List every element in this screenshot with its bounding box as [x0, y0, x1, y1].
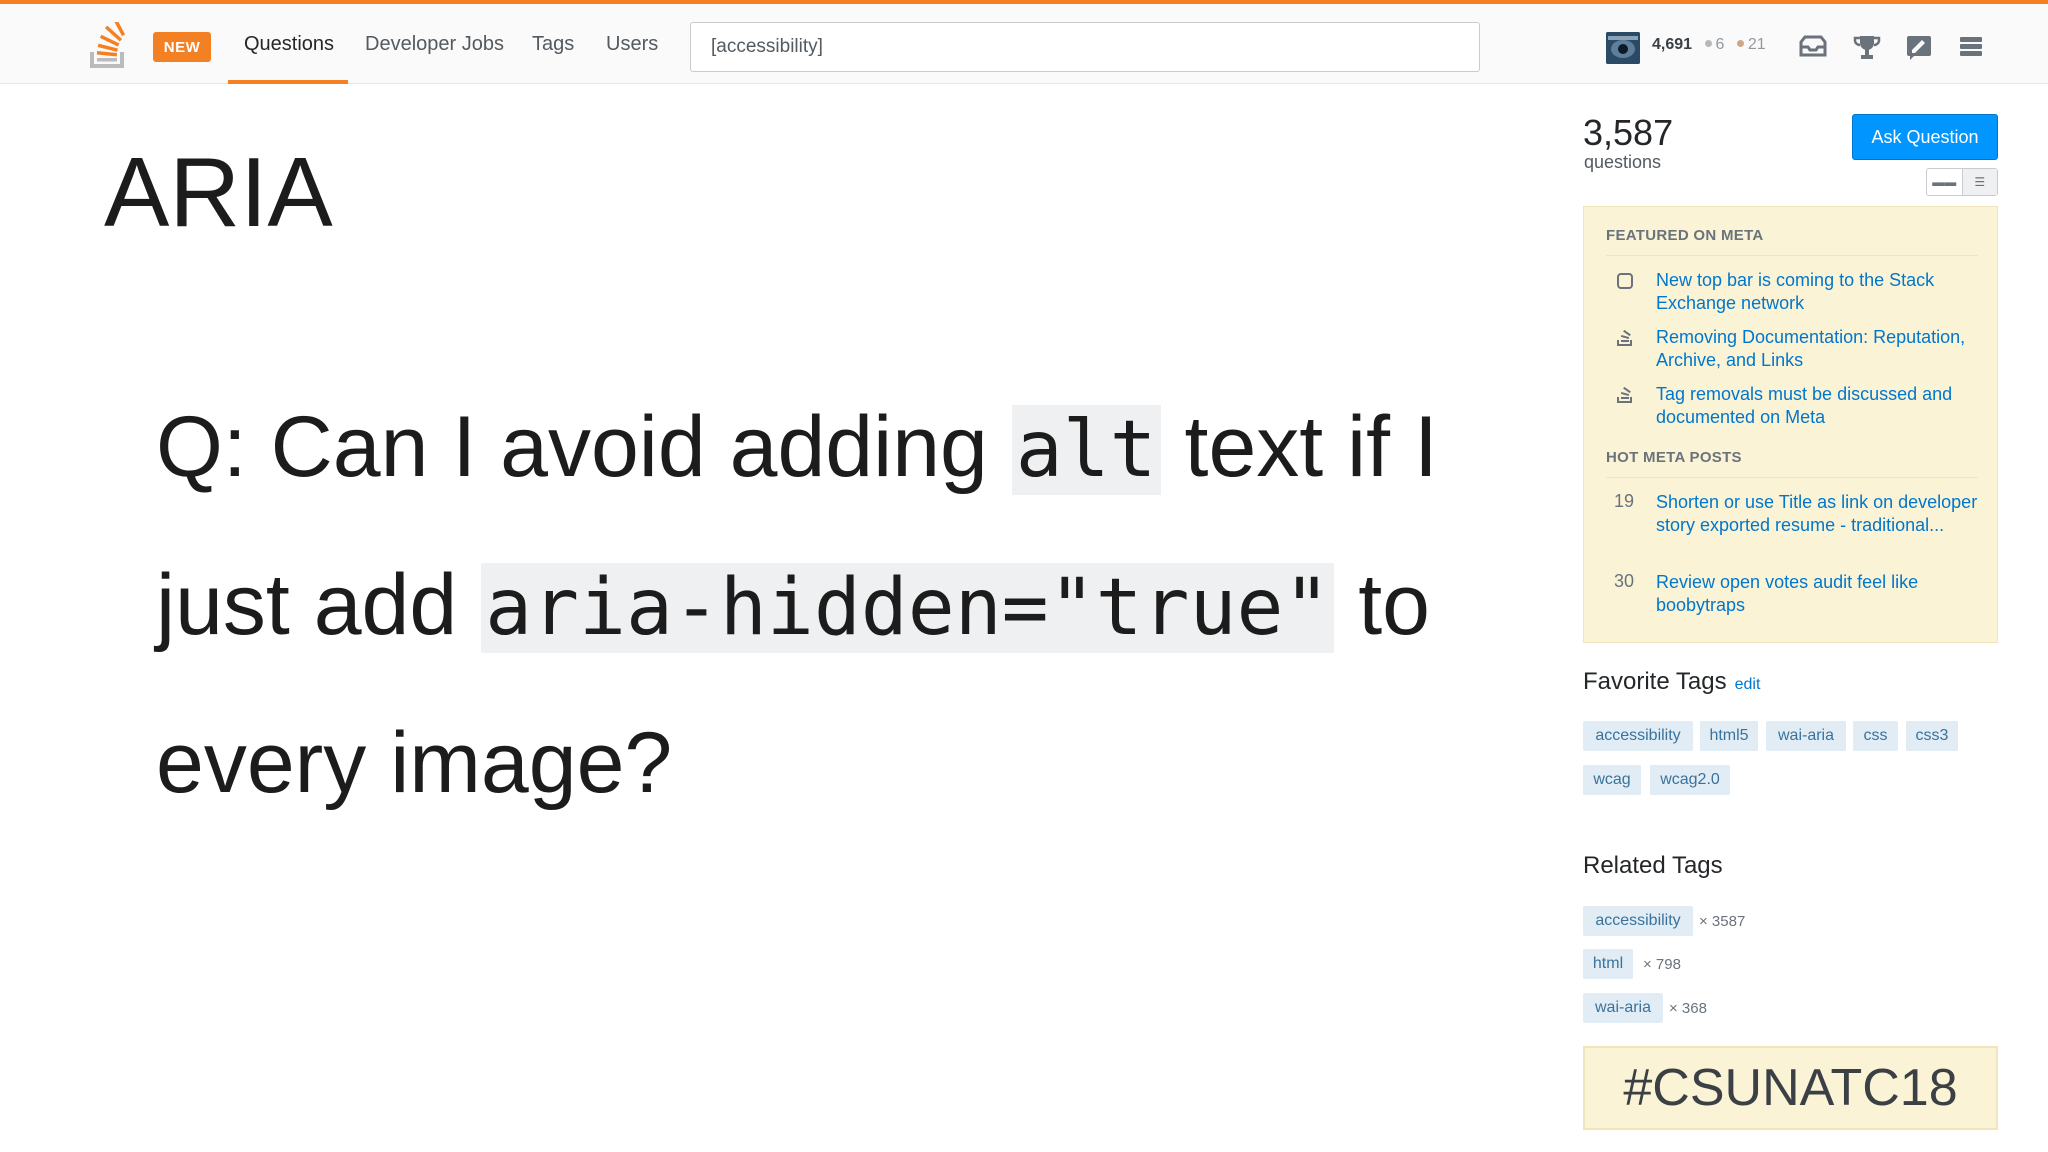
favorite-tag[interactable]: css3: [1906, 721, 1958, 751]
edit-favorite-tags-link[interactable]: edit: [1735, 676, 1761, 693]
avatar-image-icon: [1606, 32, 1640, 64]
favorite-tags-title: Favorite Tags: [1583, 668, 1727, 695]
related-tag-count: × 368: [1669, 1000, 1707, 1017]
slide-question: Q: Can I avoid adding alt text if I just…: [156, 370, 1486, 841]
hot-meta-link[interactable]: Review open votes audit feel like boobyt…: [1656, 571, 1978, 617]
new-badge: NEW: [153, 32, 211, 62]
related-tag-count: × 798: [1643, 956, 1681, 973]
page-title: ARIA: [104, 137, 333, 247]
review-queue-icon[interactable]: [1902, 30, 1936, 64]
code-aria-hidden: aria-hidden="true": [481, 563, 1335, 653]
nav-tags[interactable]: Tags: [532, 4, 574, 84]
silver-badge-count: 6: [1715, 36, 1725, 53]
compact-view-icon[interactable]: ▬▬: [1927, 169, 1962, 195]
hot-meta-count: 19: [1614, 491, 1635, 511]
ask-question-button[interactable]: Ask Question: [1852, 114, 1998, 160]
blog-post-icon: [1617, 273, 1633, 289]
achievements-trophy-icon[interactable]: [1850, 30, 1884, 64]
related-tag[interactable]: wai-aria: [1583, 993, 1663, 1023]
hot-meta-item[interactable]: 30 Review open votes audit feel like boo…: [1606, 571, 1978, 617]
hot-meta-count: 30: [1614, 571, 1635, 591]
featured-item[interactable]: Tag removals must be discussed and docum…: [1606, 383, 1978, 429]
favorite-tag[interactable]: wcag: [1583, 765, 1641, 795]
nav-users[interactable]: Users: [606, 4, 658, 84]
stack-meta-icon: [1617, 386, 1632, 403]
avatar[interactable]: [1606, 32, 1640, 64]
bronze-badge-icon: [1736, 40, 1744, 48]
favorite-tag[interactable]: html5: [1700, 721, 1758, 751]
search-input[interactable]: [690, 22, 1480, 72]
divider: [1606, 255, 1978, 256]
inbox-icon[interactable]: [1796, 30, 1830, 64]
hot-meta-link[interactable]: Shorten or use Title as link on develope…: [1656, 491, 1978, 537]
featured-link[interactable]: New top bar is coming to the Stack Excha…: [1656, 269, 1978, 315]
bronze-badge-count: 21: [1747, 36, 1766, 53]
reputation-count: 4,691: [1652, 36, 1693, 53]
favorite-tag[interactable]: wcag2.0: [1650, 765, 1730, 795]
divider: [1606, 477, 1978, 478]
favorite-tags-heading: Favorite Tags edit: [1583, 668, 1760, 696]
favorite-tag[interactable]: accessibility: [1583, 721, 1693, 751]
related-tags-heading: Related Tags: [1583, 852, 1723, 879]
silver-badge-icon: [1704, 40, 1712, 48]
related-tag[interactable]: html: [1583, 949, 1633, 979]
reputation-display[interactable]: 4,691 6 21: [1652, 36, 1766, 54]
nav-active-indicator: [228, 80, 348, 84]
site-switcher-icon[interactable]: [1954, 30, 1988, 64]
hot-meta-heading: HOT META POSTS: [1606, 449, 1742, 466]
stack-overflow-logo-icon[interactable]: [88, 22, 130, 70]
favorite-tag[interactable]: wai-aria: [1766, 721, 1846, 751]
question-text-prefix: Q: Can I avoid adding: [156, 399, 1012, 495]
nav-questions[interactable]: Questions: [244, 4, 334, 84]
favorite-tag[interactable]: css: [1853, 721, 1898, 751]
question-count-label: questions: [1584, 152, 1662, 172]
featured-link[interactable]: Tag removals must be discussed and docum…: [1656, 383, 1978, 429]
top-bar: NEW Questions Developer Jobs Tags Users …: [0, 0, 2048, 84]
stack-meta-icon: [1617, 329, 1632, 346]
featured-meta-box: FEATURED ON META New top bar is coming t…: [1583, 206, 1998, 643]
question-count: 3,587: [1583, 112, 1674, 153]
view-toggle: ▬▬ ☰: [1926, 168, 1998, 196]
featured-item[interactable]: Removing Documentation: Reputation, Arch…: [1606, 326, 1978, 372]
nav-developer-jobs[interactable]: Developer Jobs: [365, 4, 504, 84]
related-tag-count: × 3587: [1699, 913, 1746, 930]
featured-meta-heading: FEATURED ON META: [1606, 227, 1764, 244]
list-view-icon[interactable]: ☰: [1961, 169, 1997, 195]
hot-meta-item[interactable]: 19 Shorten or use Title as link on devel…: [1606, 491, 1978, 537]
featured-item[interactable]: New top bar is coming to the Stack Excha…: [1606, 269, 1978, 315]
featured-link[interactable]: Removing Documentation: Reputation, Arch…: [1656, 326, 1978, 372]
related-tag[interactable]: accessibility: [1583, 906, 1693, 936]
code-alt: alt: [1011, 405, 1161, 495]
event-hashtag: #CSUNATC18: [1583, 1046, 1998, 1130]
